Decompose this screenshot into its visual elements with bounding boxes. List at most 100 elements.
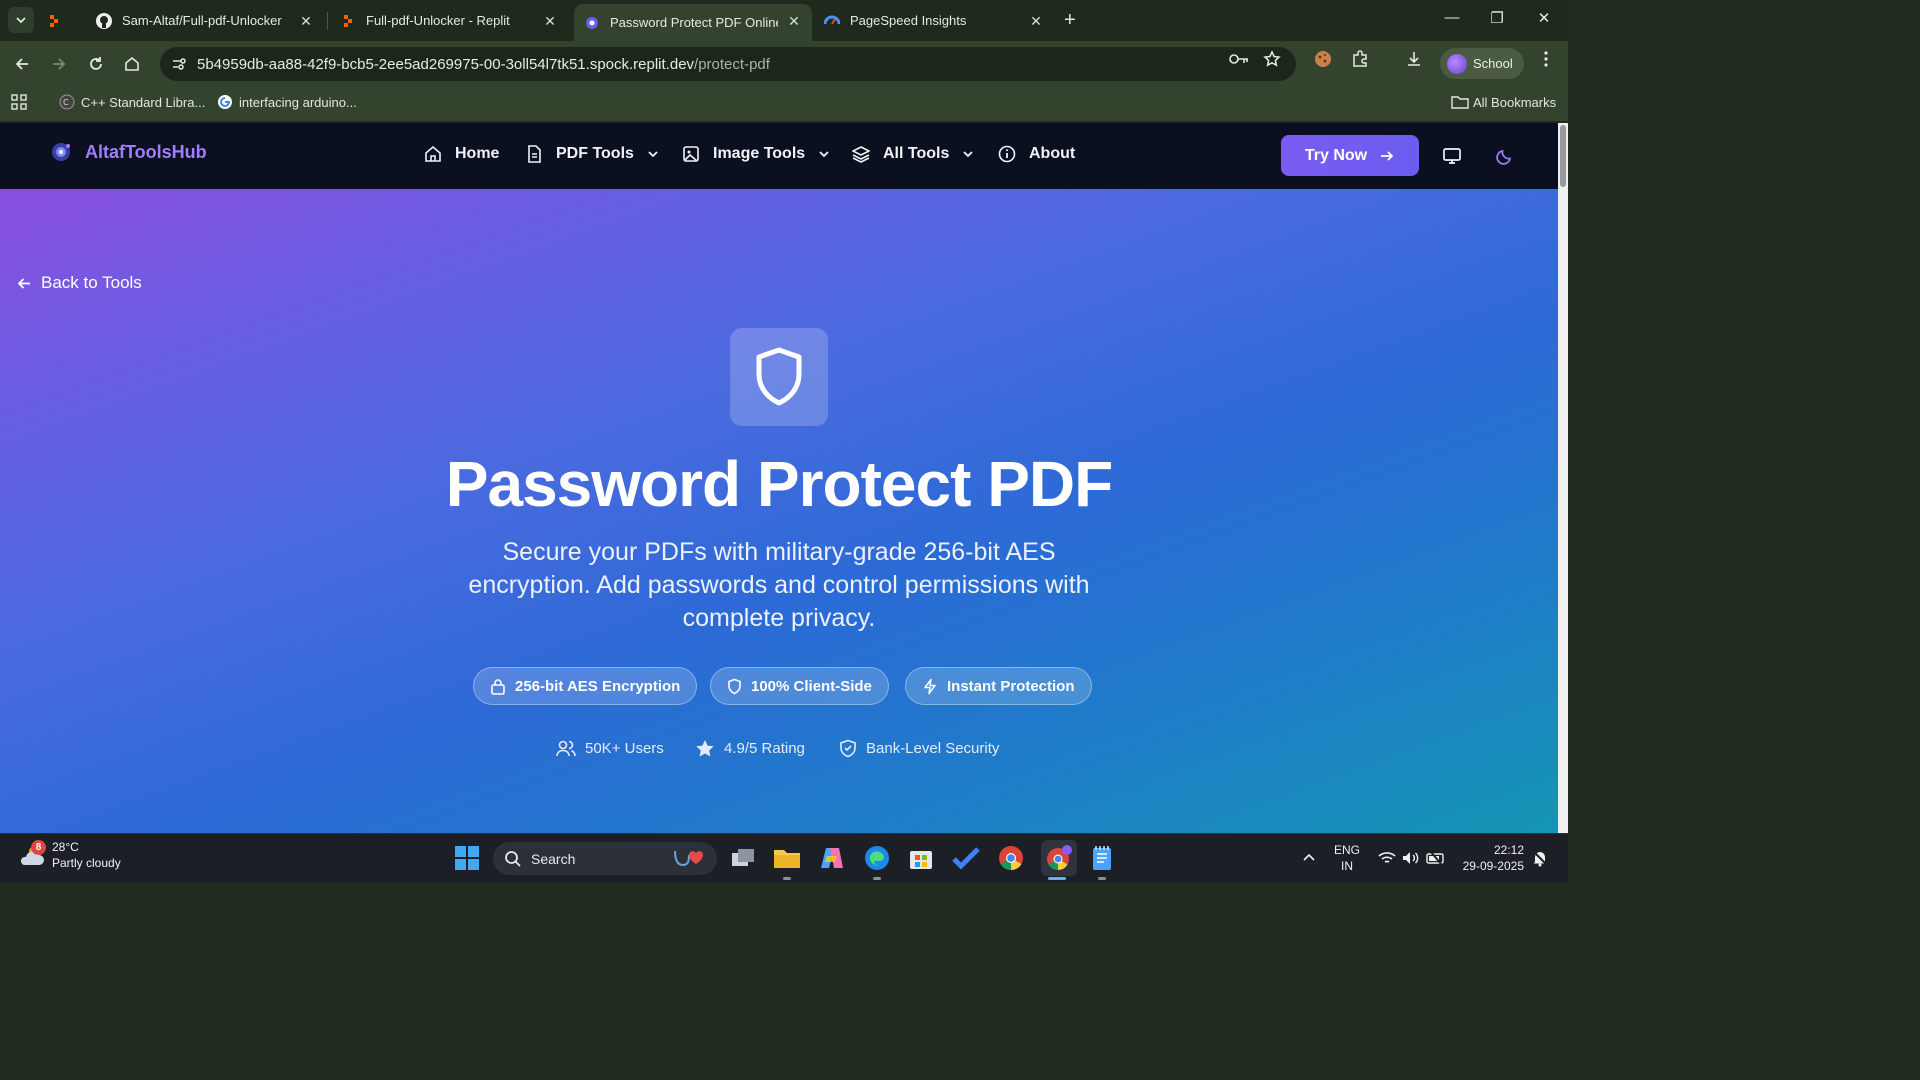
site-logo[interactable]: AltafToolsHub <box>50 141 207 163</box>
profile-button[interactable]: School <box>1440 48 1524 79</box>
tab-title: PageSpeed Insights <box>850 13 967 28</box>
bookmark-item[interactable]: interfacing arduino... <box>217 94 357 110</box>
nav-label: About <box>1029 145 1076 162</box>
clock[interactable]: 22:12 29-09-2025 <box>1460 842 1524 874</box>
chevron-down-icon <box>961 147 975 161</box>
nav-image-tools[interactable]: Image Tools <box>682 145 831 163</box>
weather-condition: Partly cloudy <box>52 856 121 870</box>
search-icon <box>505 850 521 867</box>
replit-icon <box>340 13 356 29</box>
tab-replit[interactable]: Full-pdf-Unlocker - Replit ✕ <box>328 4 568 37</box>
bookmark-star-icon[interactable] <box>1261 48 1283 70</box>
chrome-profile-icon[interactable] <box>1041 840 1077 876</box>
star-icon <box>696 740 714 757</box>
close-icon[interactable]: ✕ <box>298 13 314 29</box>
notepad-icon[interactable] <box>1087 843 1117 873</box>
back-label: Back to Tools <box>41 273 142 292</box>
app-running-indicator <box>783 877 791 880</box>
stat-label: Bank-Level Security <box>866 740 1000 757</box>
reload-button[interactable] <box>84 52 108 76</box>
shield-icon <box>756 347 802 406</box>
site-navbar: AltafToolsHub Home PDF Tools Image Tools… <box>0 123 1558 189</box>
weather-widget[interactable]: 8 28°C Partly cloudy <box>18 840 121 870</box>
taskbar-search[interactable]: Search <box>493 842 717 875</box>
site-info-icon[interactable] <box>168 53 190 75</box>
bookmark-label: interfacing arduino... <box>239 94 357 110</box>
notifications-bell-icon[interactable] <box>1525 843 1555 873</box>
tab-pagespeed[interactable]: PageSpeed Insights ✕ <box>814 4 1054 37</box>
show-hidden-icons-chevron-up-icon[interactable] <box>1294 843 1324 873</box>
todo-icon[interactable] <box>951 843 981 873</box>
app-running-indicator <box>873 877 881 880</box>
all-bookmarks-button[interactable]: All Bookmarks <box>1451 94 1556 110</box>
back-to-tools-link[interactable]: Back to Tools <box>17 273 142 293</box>
app-active-indicator <box>1048 877 1066 880</box>
nav-all-tools[interactable]: All Tools <box>852 145 975 163</box>
scrollbar-thumb[interactable] <box>1560 125 1566 187</box>
try-now-button[interactable]: Try Now <box>1281 135 1419 176</box>
nav-pdf-tools[interactable]: PDF Tools <box>525 145 660 163</box>
edge-icon[interactable] <box>862 843 892 873</box>
bookmark-item[interactable]: C C++ Standard Libra... <box>59 94 205 110</box>
microsoft-store-icon[interactable] <box>906 843 936 873</box>
page-title: Password Protect PDF <box>445 448 1113 520</box>
browser-menu-icon[interactable] <box>1535 48 1557 70</box>
cplusplus-icon: C <box>59 94 75 110</box>
task-view-icon[interactable] <box>728 843 758 873</box>
info-icon <box>998 145 1016 163</box>
downloads-icon[interactable] <box>1403 48 1425 70</box>
url-host: 5b4959db-aa88-42f9-bcb5-2ee5ad269975-00-… <box>197 56 695 73</box>
moon-icon[interactable] <box>1495 146 1515 166</box>
apps-grid-icon[interactable] <box>11 94 27 110</box>
search-label: Search <box>531 850 576 867</box>
tab-github[interactable]: Sam-Altaf/Full-pdf-Unlocker ✕ <box>84 4 324 37</box>
forward-button[interactable] <box>47 52 71 76</box>
language-line1: ENG <box>1334 843 1361 857</box>
language-indicator[interactable]: ENG IN <box>1334 842 1360 874</box>
tab-pinned-replit[interactable] <box>46 4 80 37</box>
home-button[interactable] <box>120 52 144 76</box>
battery-icon[interactable] <box>1421 843 1451 873</box>
home-icon <box>424 145 442 163</box>
minimize-button[interactable]: — <box>1440 9 1464 26</box>
chevron-down-icon <box>817 147 831 161</box>
browser-tab-strip: Sam-Altaf/Full-pdf-Unlocker ✕ Full-pdf-U… <box>0 0 1568 41</box>
reload-icon <box>90 57 102 70</box>
close-icon[interactable]: ✕ <box>1028 13 1044 29</box>
image-icon <box>682 145 700 163</box>
tab-search-button[interactable] <box>8 7 34 33</box>
chevron-down-icon <box>646 147 660 161</box>
feature-label: 100% Client-Side <box>751 677 872 695</box>
folder-icon <box>1451 94 1469 110</box>
copilot-icon[interactable] <box>817 843 847 873</box>
nav-about[interactable]: About <box>998 145 1075 163</box>
page-subtitle: Secure your PDFs with military-grade 256… <box>468 538 1090 632</box>
chrome-icon[interactable] <box>996 843 1026 873</box>
monitor-icon[interactable] <box>1442 146 1462 166</box>
stat-security: Bank-Level Security <box>839 739 999 758</box>
nav-home[interactable]: Home <box>424 145 499 163</box>
close-icon[interactable]: ✕ <box>542 13 558 29</box>
page-scrollbar[interactable] <box>1558 123 1568 833</box>
close-icon[interactable]: ✕ <box>786 13 802 29</box>
tab-password-protect-pdf[interactable]: Password Protect PDF Online Fr ✕ <box>574 4 812 41</box>
file-explorer-icon[interactable] <box>772 843 802 873</box>
browser-toolbar: 5b4959db-aa88-42f9-bcb5-2ee5ad269975-00-… <box>0 41 1568 86</box>
password-key-icon[interactable] <box>1228 48 1250 70</box>
windows-logo-icon <box>455 846 479 870</box>
extensions-puzzle-icon[interactable] <box>1349 48 1371 70</box>
cookie-extension-icon[interactable] <box>1312 48 1334 70</box>
new-tab-button[interactable]: + <box>1064 9 1076 32</box>
address-bar[interactable]: 5b4959db-aa88-42f9-bcb5-2ee5ad269975-00-… <box>160 47 1296 81</box>
feature-pill-client-side: 100% Client-Side <box>710 667 889 705</box>
users-icon <box>556 740 576 757</box>
back-button[interactable] <box>10 52 34 76</box>
close-window-button[interactable]: ✕ <box>1532 9 1556 27</box>
clock-time: 22:12 <box>1493 843 1524 857</box>
start-button[interactable] <box>452 843 482 873</box>
weather-badge: 8 <box>31 840 46 855</box>
stat-label: 50K+ Users <box>585 739 664 757</box>
nav-label: Home <box>455 145 500 162</box>
all-bookmarks-label: All Bookmarks <box>1473 94 1557 110</box>
restore-button[interactable]: ❐ <box>1485 9 1509 27</box>
